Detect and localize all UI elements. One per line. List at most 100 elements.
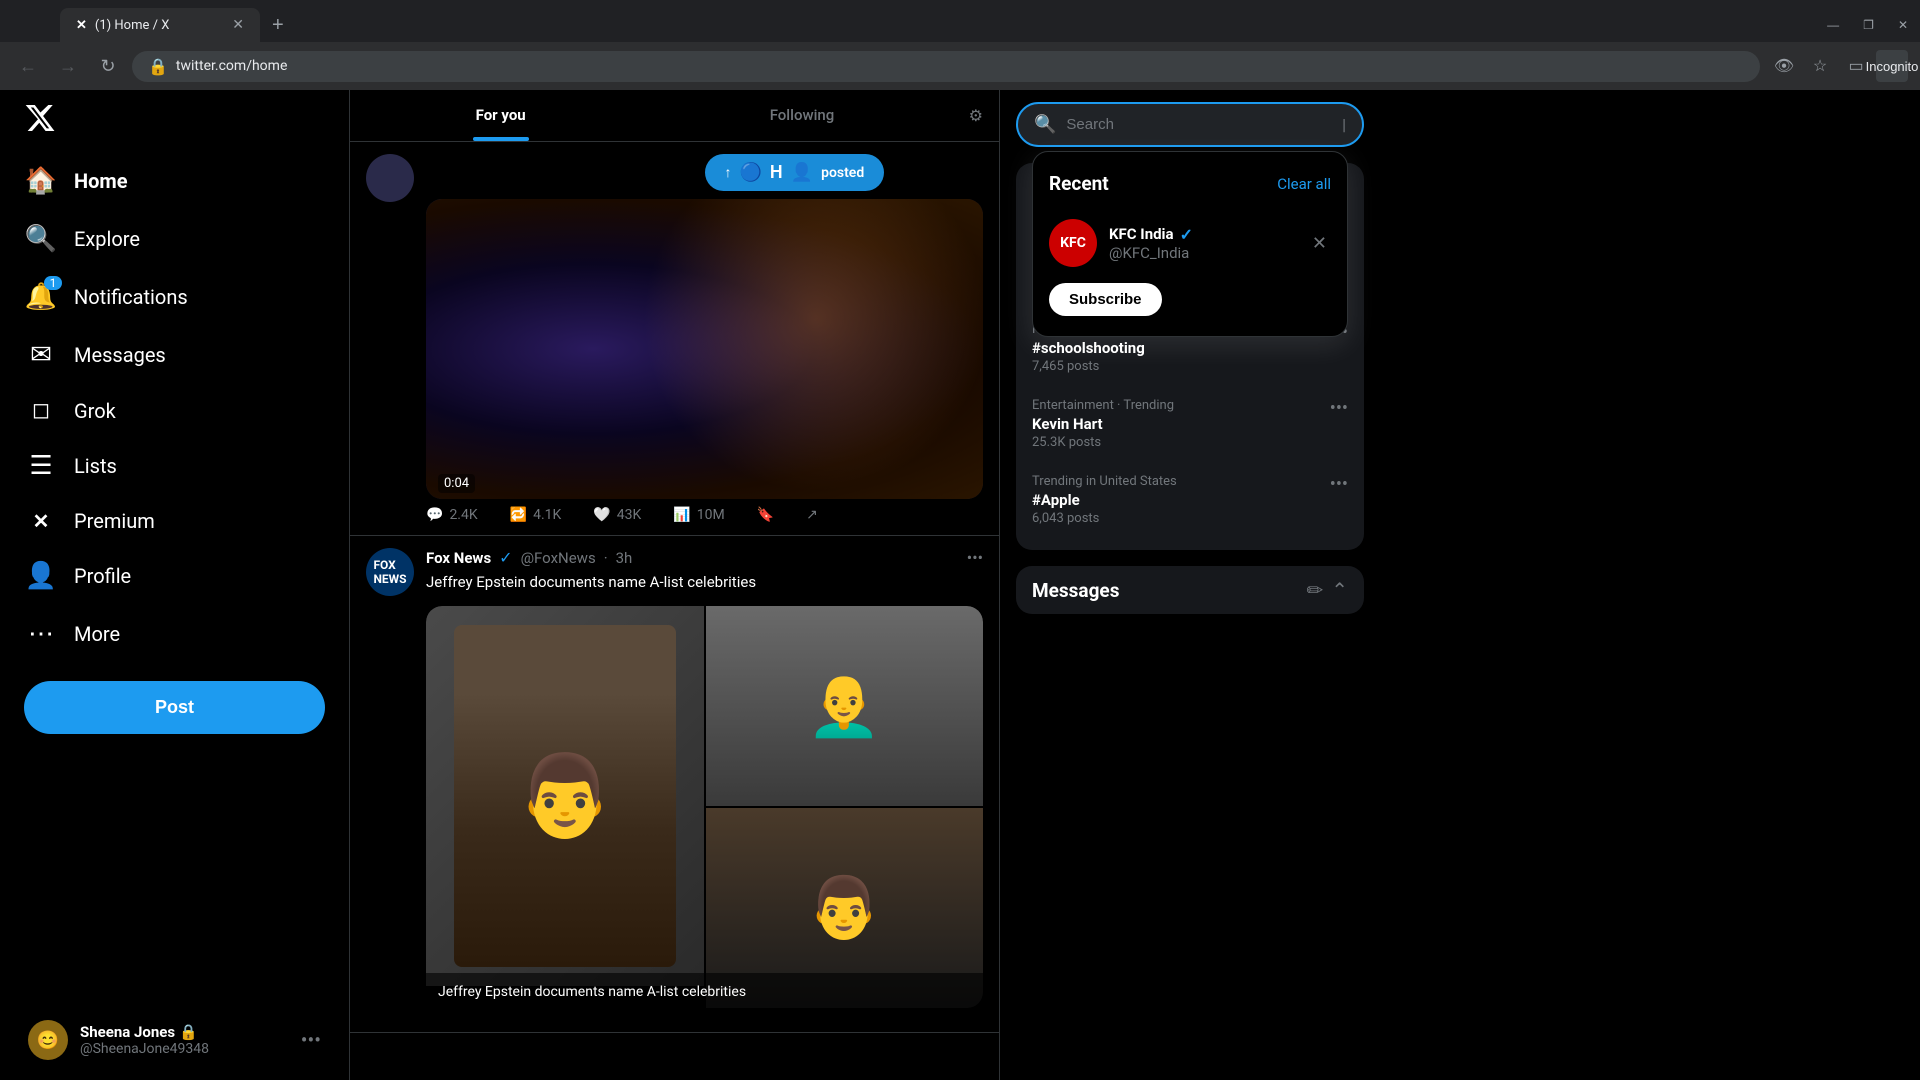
tweet-1-content: ↑ 🔵 H 👤 posted 0:04	[426, 154, 983, 523]
tab-close-btn[interactable]: ✕	[232, 17, 244, 33]
browser-chrome: ✕ (1) Home / X ✕ + — ❐ ✕ ← → ↻ 🔒 twitter…	[0, 0, 1920, 90]
x-logo[interactable]	[12, 90, 337, 150]
lists-label: Lists	[74, 454, 117, 478]
like-icon: 🤍	[593, 507, 610, 523]
refresh-button[interactable]: ↻	[92, 50, 124, 82]
tweet-row[interactable]: ↑ 🔵 H 👤 posted 0:04	[350, 142, 999, 536]
settings-icon[interactable]: ⚙	[953, 90, 999, 141]
user-display-name: Sheena Jones 🔒	[80, 1023, 289, 1041]
share-action[interactable]: ↗	[806, 507, 818, 523]
retweet-action[interactable]: 🔁 4.1K	[510, 507, 562, 523]
tweet-2-header: Fox News ✓ @FoxNews · 3h •••	[426, 548, 983, 567]
home-icon: 🏠	[28, 166, 54, 196]
tweet-more-icon[interactable]: •••	[967, 548, 983, 567]
tab-following[interactable]: Following	[651, 90, 952, 141]
recent-item-name: KFC India ✓	[1109, 225, 1296, 244]
trend-entertainment-more-icon[interactable]: •••	[1330, 398, 1348, 419]
trend-us-more-icon[interactable]: •••	[1330, 474, 1348, 495]
reply-count: 2.4K	[449, 507, 477, 523]
compose-message-icon[interactable]: ✏	[1306, 578, 1323, 602]
feed-header: For you Following ⚙	[350, 90, 999, 142]
home-label: Home	[74, 169, 128, 193]
more-label: More	[74, 622, 120, 646]
trend-item-us[interactable]: Trending in United States #Apple 6,043 p…	[1016, 462, 1364, 538]
search-input-wrapper[interactable]: 🔍 |	[1016, 102, 1364, 147]
notification-badge: 1	[44, 276, 62, 290]
main-feed: For you Following ⚙ ↑ 🔵 H 👤 posted	[350, 90, 1000, 1080]
sidebar-item-premium[interactable]: ✕ Premium	[12, 497, 337, 545]
tweet-1-actions: 💬 2.4K 🔁 4.1K 🤍 43K 📊 10M	[426, 507, 983, 523]
views-action[interactable]: 📊 10M	[673, 507, 724, 523]
sidebar-item-home[interactable]: 🏠 Home	[12, 154, 337, 208]
premium-icon: ✕	[28, 509, 54, 533]
search-input[interactable]	[1066, 116, 1332, 133]
recent-item-close[interactable]: ✕	[1308, 229, 1331, 258]
clear-all-button[interactable]: Clear all	[1277, 175, 1331, 193]
like-action[interactable]: 🤍 43K	[593, 507, 641, 523]
messages-label: Messages	[74, 343, 166, 367]
tweet-2-handle: @FoxNews	[521, 549, 596, 567]
trend-politics-posts: 7,465 posts	[1032, 359, 1318, 374]
trend-entertainment-info: Entertainment · Trending Kevin Hart 25.3…	[1032, 398, 1318, 450]
navigation-bar: ← → ↻ 🔒 twitter.com/home 👁 ☆ ▭ Incognito	[0, 42, 1920, 90]
video-timestamp: 0:04	[438, 474, 475, 493]
posted-label: posted	[821, 165, 864, 181]
eye-slash-icon[interactable]: 👁	[1768, 50, 1800, 82]
sidebar-item-notifications[interactable]: 🔔 1 Notifications	[12, 270, 337, 324]
trend-item-entertainment[interactable]: Entertainment · Trending Kevin Hart 25.3…	[1016, 386, 1364, 462]
subscribe-button[interactable]: Subscribe	[1049, 283, 1162, 316]
bookmark-action[interactable]: 🔖	[757, 507, 774, 523]
tab-bar: ✕ (1) Home / X ✕ + — ❐ ✕	[0, 0, 1920, 42]
forward-button[interactable]: →	[52, 50, 84, 82]
search-icon: 🔍	[1034, 114, 1056, 135]
sidebar-item-messages[interactable]: ✉ Messages	[12, 328, 337, 382]
sidebar-item-explore[interactable]: 🔍 Explore	[12, 212, 337, 266]
sidebar-item-profile[interactable]: 👤 Profile	[12, 549, 337, 603]
tweet-2-time-val: 3h	[616, 549, 633, 567]
more-icon: ⋯	[28, 619, 54, 649]
new-tab-button[interactable]: +	[264, 14, 292, 37]
messages-title: Messages	[1032, 579, 1119, 602]
profile-icon: 👤	[28, 561, 54, 591]
close-window-button[interactable]: ✕	[1886, 1, 1920, 49]
messages-icons: ✏ ⌃	[1306, 578, 1348, 602]
tab-for-you[interactable]: For you	[350, 90, 651, 141]
back-button[interactable]: ←	[12, 50, 44, 82]
minimize-button[interactable]: —	[1815, 1, 1851, 49]
user-more-icon[interactable]: •••	[301, 1028, 321, 1052]
sidebar-item-more[interactable]: ⋯ More	[12, 607, 337, 661]
search-dropdown: Recent Clear all KFC KFC India ✓ @KFC_In…	[1032, 151, 1348, 337]
views-icon: 📊	[673, 507, 690, 523]
dropdown-title: Recent	[1049, 172, 1109, 195]
trend-us-topic: #Apple	[1032, 491, 1318, 509]
feed-tabs: For you Following ⚙	[350, 90, 999, 142]
active-tab[interactable]: ✕ (1) Home / X ✕	[60, 8, 260, 42]
lock-icon: 🔒	[179, 1023, 198, 1041]
recent-verified-badge: ✓	[1180, 225, 1193, 244]
trend-entertainment-topic: Kevin Hart	[1032, 415, 1318, 433]
trend-us-info: Trending in United States #Apple 6,043 p…	[1032, 474, 1318, 526]
repost-indicator: ↑ 🔵 H 👤 posted	[426, 154, 983, 191]
trend-entertainment-category: Entertainment · Trending	[1032, 398, 1318, 413]
video-container[interactable]: 0:04	[426, 199, 983, 499]
trend-us-category: Trending in United States	[1032, 474, 1318, 489]
incognito-button[interactable]: Incognito	[1876, 50, 1908, 82]
recent-search-item[interactable]: KFC KFC India ✓ @KFC_India ✕	[1033, 207, 1347, 279]
address-bar[interactable]: 🔒 twitter.com/home	[132, 51, 1760, 82]
sidebar: 🏠 Home 🔍 Explore 🔔 1 Notifications ✉ Mes…	[0, 90, 350, 1080]
collapse-messages-icon[interactable]: ⌃	[1331, 578, 1348, 602]
tweet-2-avatar: FOXNEWS	[366, 548, 414, 596]
user-info-section[interactable]: 😊 Sheena Jones 🔒 @SheenaJone49348 •••	[12, 1008, 337, 1072]
sidebar-item-grok[interactable]: ◻ Grok	[12, 386, 337, 435]
post-button[interactable]: Post	[24, 681, 325, 734]
tweet-2-text: Jeffrey Epstein documents name A-list ce…	[426, 571, 983, 594]
bookmark-icon[interactable]: ☆	[1804, 50, 1836, 82]
window-controls: — ❐ ✕	[1815, 1, 1920, 49]
tweet-row[interactable]: FOXNEWS Fox News ✓ @FoxNews · 3h ••• Jef…	[350, 536, 999, 1033]
maximize-button[interactable]: ❐	[1851, 1, 1886, 49]
reply-action[interactable]: 💬 2.4K	[426, 507, 478, 523]
user-handle: @SheenaJone49348	[80, 1041, 289, 1057]
sidebar-item-lists[interactable]: ☰ Lists	[12, 439, 337, 493]
reply-icon: 💬	[426, 507, 443, 523]
tab-favicon: ✕	[76, 18, 87, 33]
